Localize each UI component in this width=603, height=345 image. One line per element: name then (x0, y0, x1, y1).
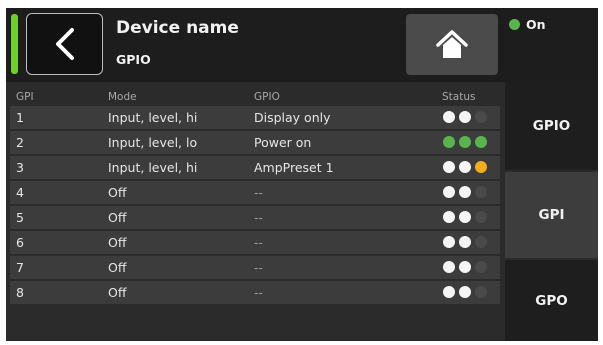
status-led-icon (459, 211, 471, 223)
back-button[interactable] (26, 13, 103, 75)
status-indicators (443, 211, 487, 223)
table-row[interactable]: 6 Off -- (10, 231, 500, 254)
table-row[interactable]: 5 Off -- (10, 206, 500, 229)
column-header-status: Status (442, 91, 476, 103)
gpio-function: -- (254, 260, 264, 275)
status-led-icon (443, 261, 455, 273)
table-row[interactable]: 2 Input, level, lo Power on (10, 131, 500, 154)
mode-value: Off (108, 285, 127, 300)
status-led-icon (459, 136, 471, 148)
status-dot-icon (509, 19, 520, 30)
gpio-function: -- (254, 185, 264, 200)
status-indicators (443, 136, 487, 148)
side-tabs: GPIO GPI GPO (505, 82, 598, 341)
gpi-number: 5 (16, 210, 24, 225)
device-screen: Device name GPIO On GPI Mode GPIO Status… (6, 8, 598, 341)
home-button[interactable] (406, 14, 498, 75)
tab-gpo[interactable]: GPO (505, 260, 598, 341)
mode-value: Off (108, 235, 127, 250)
status-led-icon (443, 136, 455, 148)
status-led-icon (443, 186, 455, 198)
status-indicators (443, 236, 487, 248)
table-row[interactable]: 3 Input, level, hi AmpPreset 1 (10, 156, 500, 179)
mode-value: Off (108, 260, 127, 275)
status-indicators (443, 161, 487, 173)
mode-value: Input, level, hi (108, 160, 198, 175)
mode-value: Input, level, hi (108, 110, 198, 125)
table-header: GPI Mode GPIO Status (10, 90, 500, 106)
status-led-icon (459, 236, 471, 248)
status-led-icon (459, 261, 471, 273)
status-led-icon (443, 286, 455, 298)
status-led-icon (443, 211, 455, 223)
gpio-function: AmpPreset 1 (254, 160, 334, 175)
column-header-gpio: GPIO (254, 91, 280, 103)
status-indicators (443, 286, 487, 298)
home-icon (436, 29, 468, 58)
tab-gpi[interactable]: GPI (505, 172, 598, 258)
column-header-mode: Mode (108, 91, 137, 103)
status-led-icon (475, 236, 487, 248)
mode-value: Input, level, lo (108, 135, 198, 150)
device-name: Device name (116, 18, 239, 38)
table-row[interactable]: 1 Input, level, hi Display only (10, 106, 500, 129)
status-indicators (443, 111, 487, 123)
power-status: On (509, 17, 546, 32)
status-led-icon (459, 286, 471, 298)
gpio-function: Display only (254, 110, 331, 125)
gpi-number: 7 (16, 260, 24, 275)
status-indicators (443, 186, 487, 198)
chevron-left-icon (55, 28, 74, 60)
gpi-number: 8 (16, 285, 24, 300)
gpio-function: -- (254, 235, 264, 250)
status-led-icon (475, 211, 487, 223)
mode-value: Off (108, 185, 127, 200)
table-row[interactable]: 7 Off -- (10, 256, 500, 279)
gpio-function: -- (254, 210, 264, 225)
gpi-table: GPI Mode GPIO Status 1 Input, level, hi Di… (10, 90, 500, 306)
gpi-number: 2 (16, 135, 24, 150)
status-led-icon (475, 136, 487, 148)
status-led-icon (475, 111, 487, 123)
table-row[interactable]: 4 Off -- (10, 181, 500, 204)
gpi-number: 1 (16, 110, 24, 125)
page-title: GPIO (116, 52, 151, 67)
gpio-function: -- (254, 285, 264, 300)
table-row[interactable]: 8 Off -- (10, 281, 500, 304)
column-header-gpi: GPI (16, 91, 34, 103)
status-led-icon (475, 261, 487, 273)
status-indicators (443, 261, 487, 273)
header-bar: Device name GPIO On (6, 8, 598, 82)
status-led-icon (443, 236, 455, 248)
status-led-icon (475, 286, 487, 298)
tab-gpio[interactable]: GPIO (505, 82, 598, 170)
gpi-number: 3 (16, 160, 24, 175)
status-led-icon (459, 186, 471, 198)
mode-value: Off (108, 210, 127, 225)
signal-indicator (11, 14, 18, 74)
gpi-number: 6 (16, 235, 24, 250)
status-led-icon (475, 161, 487, 173)
status-led-icon (459, 111, 471, 123)
status-led-icon (443, 111, 455, 123)
status-led-icon (443, 161, 455, 173)
gpio-function: Power on (254, 135, 312, 150)
power-status-label: On (526, 17, 546, 32)
status-led-icon (459, 161, 471, 173)
gpi-number: 4 (16, 185, 24, 200)
status-led-icon (475, 186, 487, 198)
